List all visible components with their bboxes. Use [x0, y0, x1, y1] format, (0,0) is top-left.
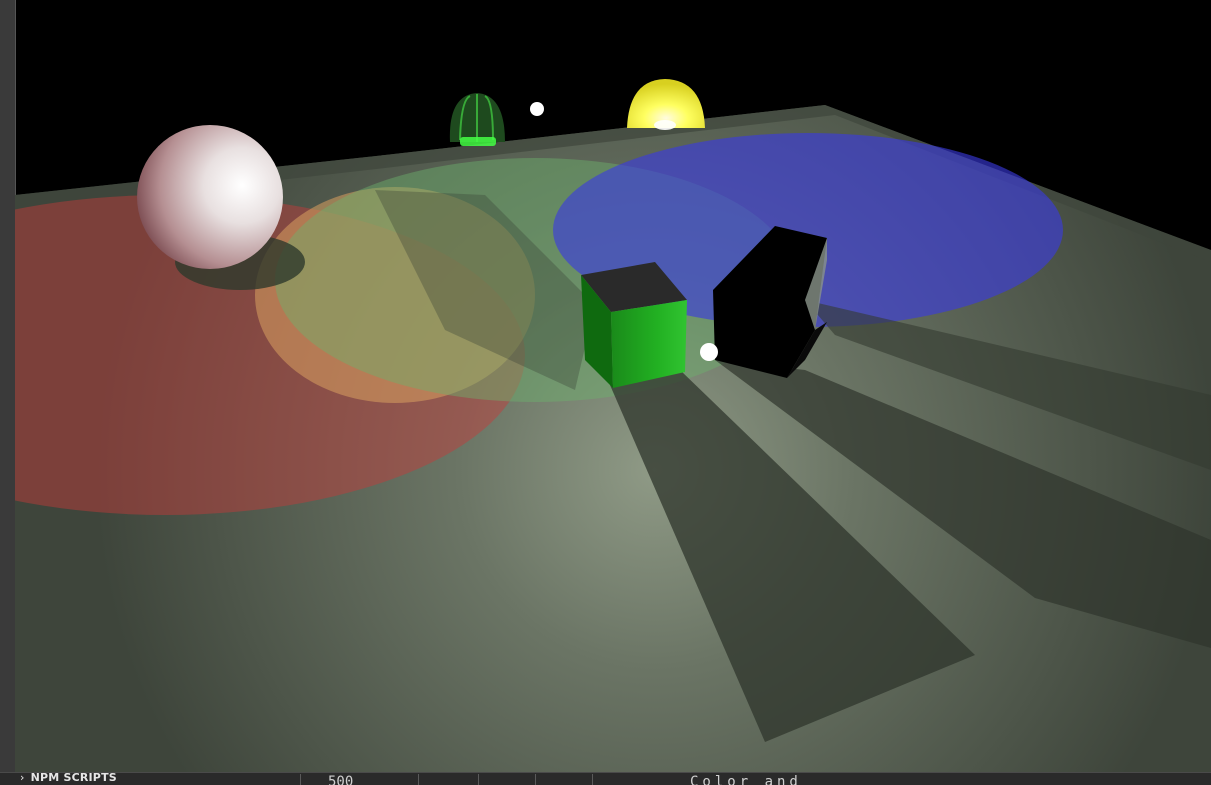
chevron-right-icon: › — [20, 772, 25, 784]
app-window: › NPM SCRIPTS 500 Color and — [0, 0, 1211, 785]
npm-scripts-section[interactable]: › NPM SCRIPTS — [20, 772, 117, 784]
scene-canvas[interactable] — [15, 0, 1211, 772]
column-divider — [418, 774, 419, 785]
bottom-panel-strip: › NPM SCRIPTS 500 Color and — [0, 772, 1211, 785]
yellow-hemisphere-highlight — [654, 120, 676, 130]
small-light-sphere-front — [700, 343, 718, 361]
column-divider — [300, 774, 301, 785]
table-cell-number: 500 — [328, 774, 354, 785]
activity-bar-edge — [0, 0, 16, 772]
green-hemisphere-glow — [460, 137, 496, 146]
column-divider — [592, 774, 593, 785]
white-sphere — [137, 125, 283, 269]
npm-scripts-label: NPM SCRIPTS — [30, 772, 117, 784]
small-light-sphere-back — [530, 102, 544, 116]
webgl-viewport[interactable] — [15, 0, 1211, 772]
column-divider — [535, 774, 536, 785]
column-divider — [478, 774, 479, 785]
table-cell-text: Color and — [690, 774, 802, 785]
